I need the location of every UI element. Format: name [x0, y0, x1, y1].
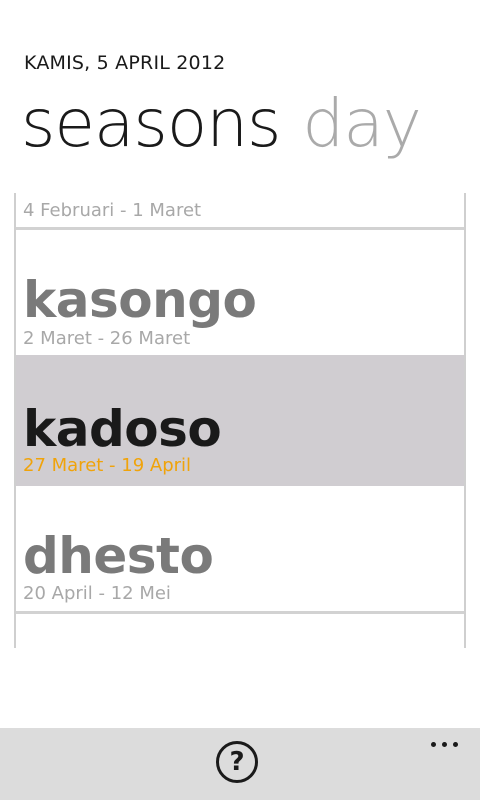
dot — [442, 742, 447, 747]
seasons-page: KAMIS, 5 APRIL 2012 seasons day 4 Februar… — [0, 0, 480, 800]
season-range: 20 April - 12 Mei — [23, 583, 171, 604]
date-header: KAMIS, 5 APRIL 2012 — [24, 52, 226, 74]
app-bar: ? — [0, 728, 480, 800]
question-circle-icon[interactable]: ? — [216, 741, 258, 783]
season-range: 2 Maret - 26 Maret — [23, 328, 191, 349]
season-item-dhesto[interactable]: dhesto 20 April - 12 Mei — [16, 486, 464, 614]
season-name: kasongo — [23, 271, 257, 329]
season-item-next[interactable] — [16, 614, 464, 648]
pivot-header: seasons day — [21, 82, 422, 166]
pivot-item-day[interactable]: day — [302, 85, 421, 162]
dot — [453, 742, 458, 747]
season-item-kadoso-current[interactable]: kadoso 27 Maret - 19 April — [16, 355, 464, 486]
season-range: 4 Februari - 1 Maret — [23, 200, 202, 221]
dot — [431, 742, 436, 747]
season-list[interactable]: 4 Februari - 1 Maret kasongo 2 Maret - 2… — [14, 193, 466, 648]
season-name: dhesto — [23, 527, 214, 585]
help-glyph: ? — [229, 747, 245, 777]
ellipsis-icon[interactable] — [428, 732, 462, 756]
season-range: 27 Maret - 19 April — [23, 455, 192, 476]
season-name: kadoso — [23, 400, 222, 458]
pivot-item-seasons[interactable]: seasons — [21, 85, 281, 162]
season-item-kasongo[interactable]: kasongo 2 Maret - 26 Maret — [16, 230, 464, 355]
season-item-previous[interactable]: 4 Februari - 1 Maret — [16, 193, 464, 230]
